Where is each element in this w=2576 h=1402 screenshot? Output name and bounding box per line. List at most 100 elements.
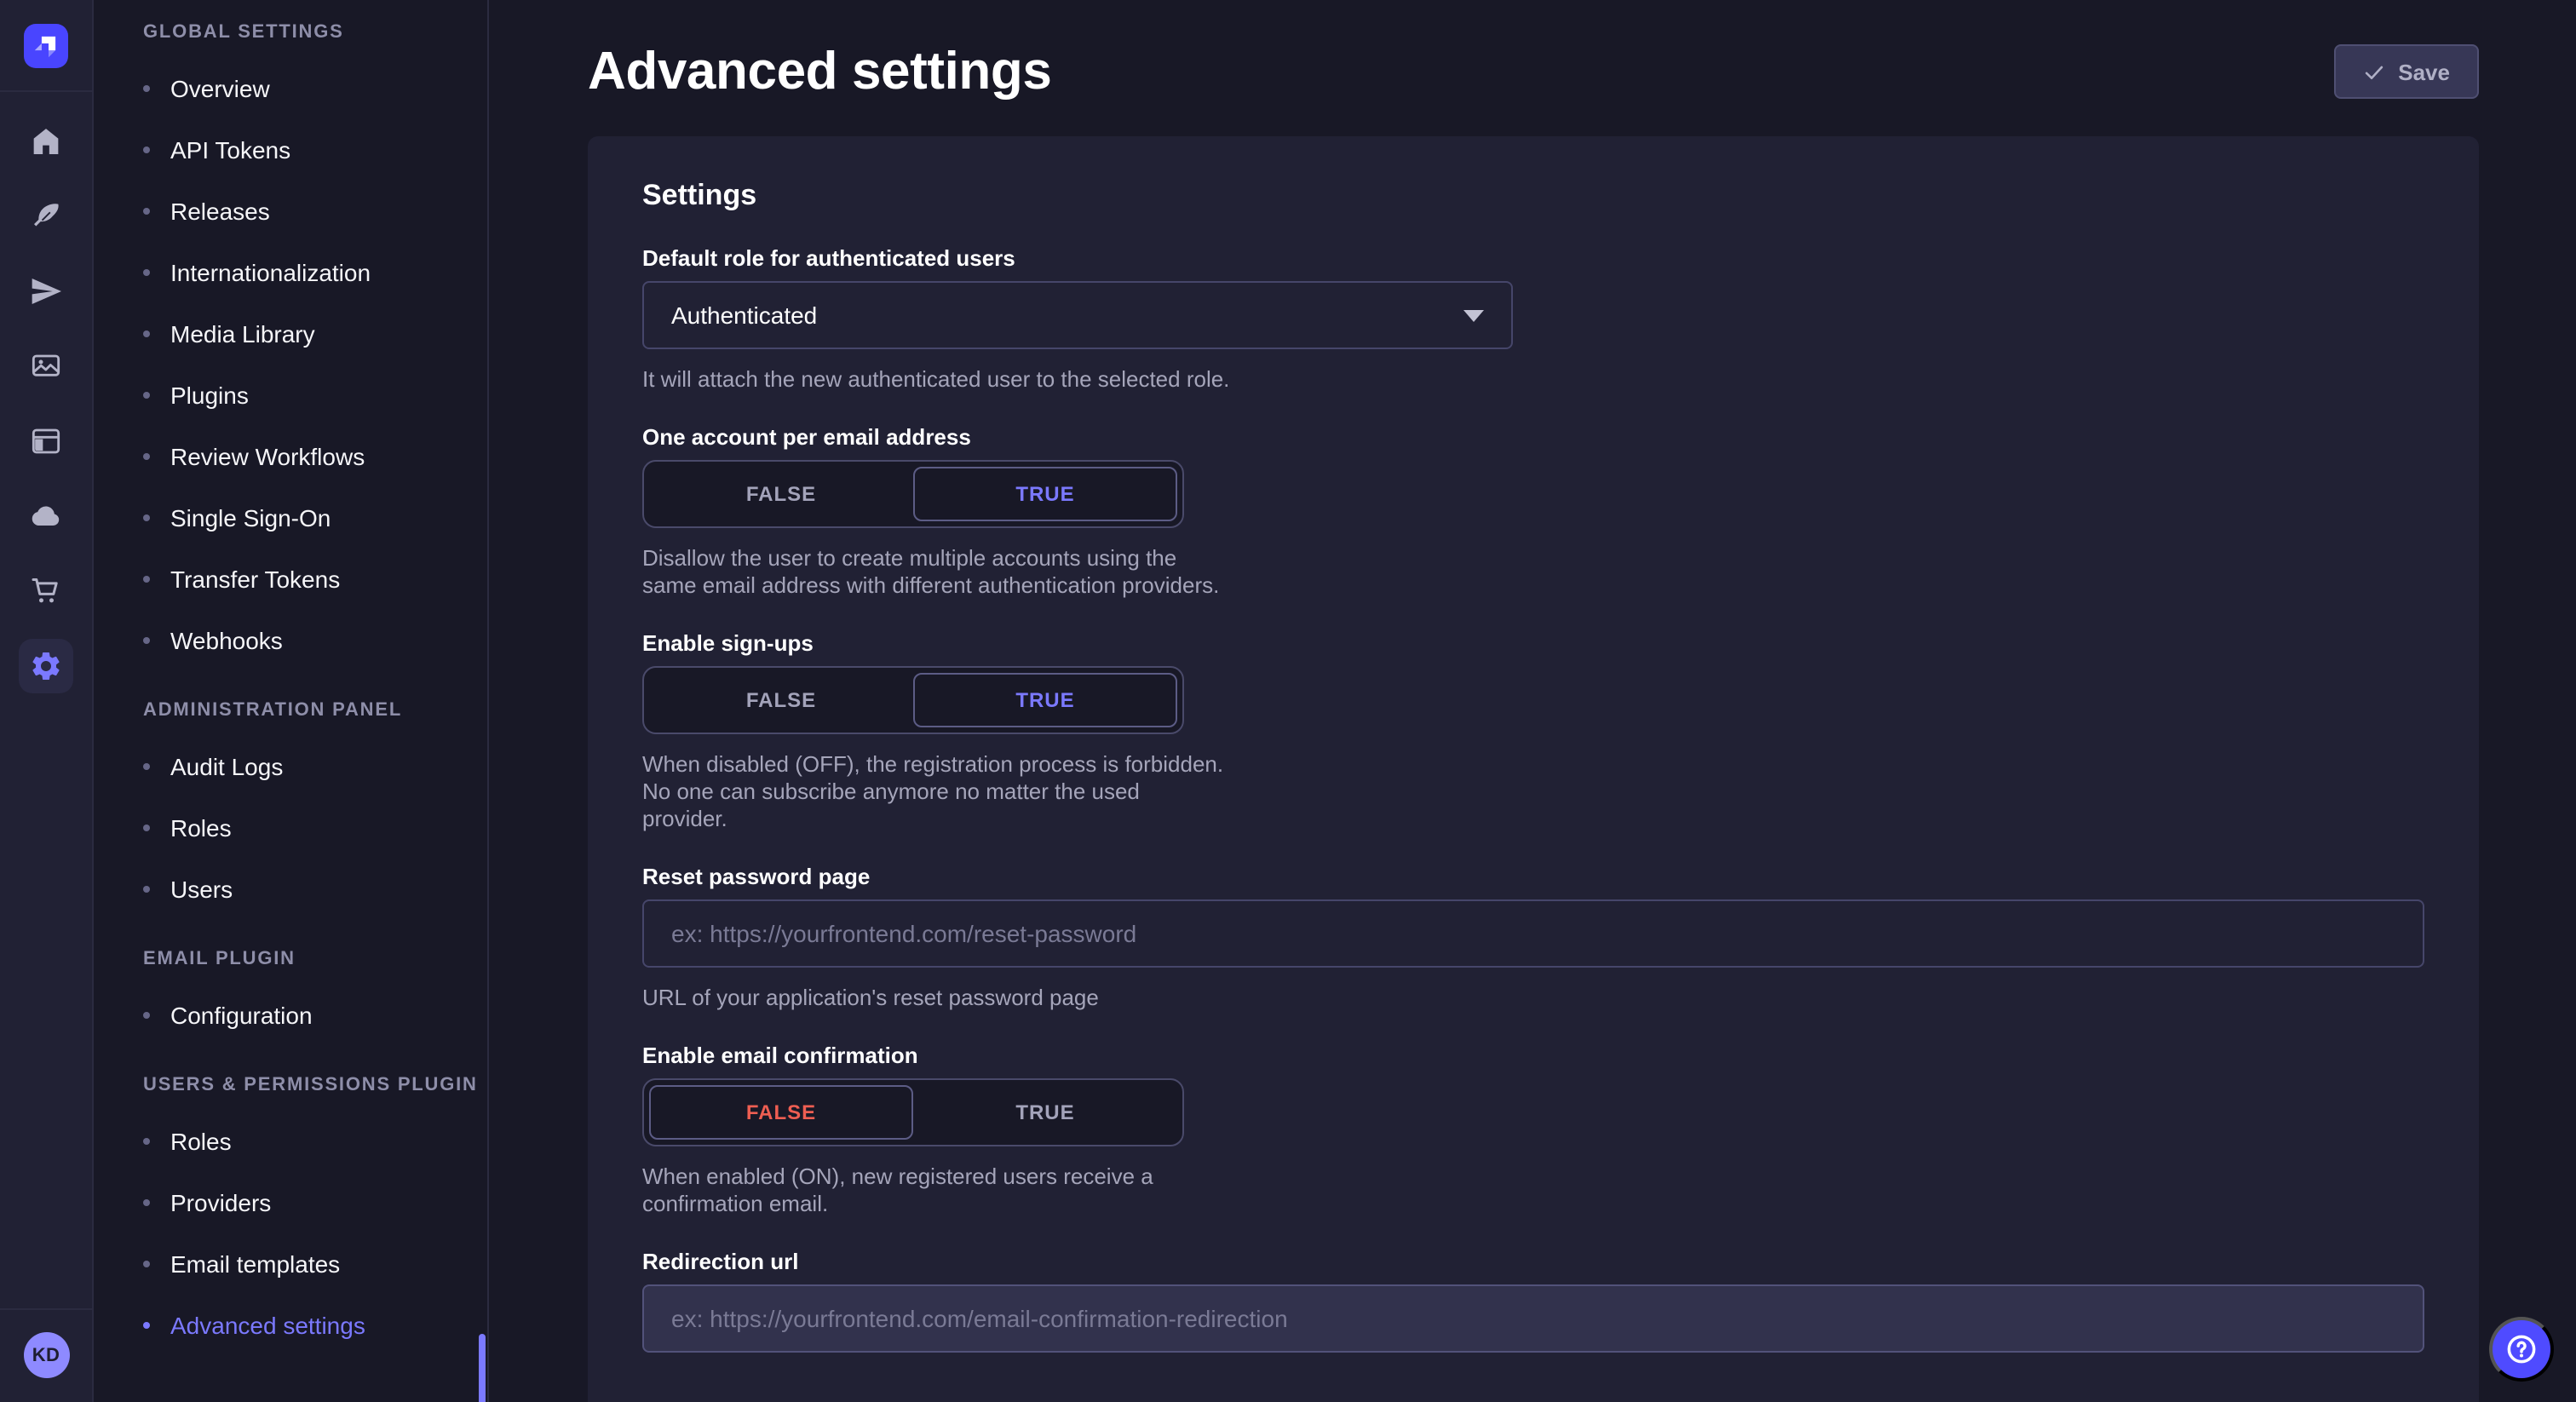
field-hint: Disallow the user to create multiple acc… (642, 545, 1230, 600)
rail-item-marketplace[interactable] (19, 564, 73, 618)
subnav-item-plugins[interactable]: Plugins (95, 365, 487, 426)
subnav-item-configuration[interactable]: Configuration (95, 985, 487, 1046)
subnav-section-label: GLOBAL SETTINGS (95, 20, 487, 58)
subnav-scrollbar-thumb[interactable] (479, 1334, 486, 1402)
settings-panel: Settings Default role for authenticated … (588, 136, 2479, 1402)
toggle-option-false[interactable]: FALSE (649, 467, 913, 521)
save-button[interactable]: Save (2333, 44, 2479, 99)
subnav-section-users-permissions-plugin: USERS & PERMISSIONS PLUGIN Roles Providers… (95, 1046, 487, 1356)
subnav-item-label: Plugins (170, 382, 249, 409)
subnav-item-label: Single Sign-On (170, 504, 331, 531)
bullet-icon (143, 85, 150, 92)
subnav-item-media-library[interactable]: Media Library (95, 303, 487, 365)
field-enable-email-confirmation: Enable email confirmationFALSETRUEWhen e… (642, 1043, 2424, 1218)
strapi-logo[interactable] (24, 24, 68, 68)
avatar[interactable]: KD (23, 1332, 69, 1378)
subnav-item-label: Providers (170, 1189, 271, 1216)
field-label: Redirection url (642, 1249, 2424, 1276)
rail-item-content-type-builder[interactable] (19, 189, 73, 244)
toggle-option-true-selected[interactable]: TRUE (913, 673, 1177, 727)
subnav-item-label: Transfer Tokens (170, 566, 340, 593)
media-library-icon (29, 349, 63, 383)
input-redirection-url[interactable] (642, 1284, 2424, 1353)
rail-item-cloud[interactable] (19, 489, 73, 543)
field-label: Enable sign-ups (642, 630, 2424, 658)
content-type-builder-icon (29, 199, 63, 233)
bullet-icon (143, 208, 150, 215)
toggle-option-false-selected[interactable]: FALSE (649, 1085, 913, 1140)
field-hint: URL of your application's reset password… (642, 985, 2424, 1012)
bullet-icon (143, 514, 150, 521)
subnav-item-api-tokens[interactable]: API Tokens (95, 119, 487, 181)
field-hint: When disabled (OFF), the registration pr… (642, 751, 1230, 833)
subnav-section-administration-panel: ADMINISTRATION PANELAudit LogsRolesUsers (95, 671, 487, 920)
page-title: Advanced settings (588, 41, 1051, 102)
subnav-item-audit-logs[interactable]: Audit Logs (95, 736, 487, 797)
bullet-icon (143, 1012, 150, 1019)
subnav-item-label: Internationalization (170, 259, 371, 286)
subnav-section-label: USERS & PERMISSIONS PLUGIN (95, 1046, 487, 1111)
bullet-icon (143, 825, 150, 831)
check-icon (2362, 60, 2384, 83)
help-button[interactable] (2489, 1317, 2554, 1382)
subnav-item-label: Roles (170, 814, 232, 842)
subnav-item-releases[interactable]: Releases (95, 181, 487, 242)
subnav-item-label: Media Library (170, 320, 315, 348)
subnav-item-users[interactable]: Users (95, 859, 487, 920)
bullet-icon (143, 392, 150, 399)
field-label: One account per email address (642, 424, 2424, 451)
rail-item-media-library[interactable] (19, 339, 73, 394)
subnav-item-single-sign-on[interactable]: Single Sign-On (95, 487, 487, 549)
rail-item-deploy[interactable] (19, 264, 73, 319)
subnav-item-internationalization[interactable]: Internationalization (95, 242, 487, 303)
subnav-item-label: Roles (170, 1128, 232, 1155)
subnav-item-advanced-settings[interactable]: Advanced settings (95, 1295, 487, 1356)
subnav-item-webhooks[interactable]: Webhooks (95, 610, 487, 671)
subnav-item-label: Configuration (170, 1002, 313, 1029)
bullet-icon (143, 1138, 150, 1145)
rail-item-content-manager[interactable] (19, 414, 73, 468)
subnav-item-review-workflows[interactable]: Review Workflows (95, 426, 487, 487)
settings-icon (29, 649, 63, 683)
field-label: Reset password page (642, 864, 2424, 891)
subnav-item-label: Webhooks (170, 627, 283, 654)
field-hint: It will attach the new authenticated use… (642, 366, 2424, 394)
subnav-item-roles[interactable]: Roles (95, 797, 487, 859)
marketplace-icon (29, 574, 63, 608)
save-button-label: Save (2398, 59, 2450, 84)
subnav-item-roles[interactable]: Roles (95, 1111, 487, 1172)
subnav-item-providers[interactable]: Providers (95, 1172, 487, 1233)
input-reset-password-page[interactable] (642, 899, 2424, 968)
field-reset-password-page: Reset password page URL of your applicati… (642, 864, 2424, 1012)
select-default-role-for-authenticated-users[interactable]: Authenticated (642, 281, 1513, 349)
field-label: Default role for authenticated users (642, 245, 2424, 273)
toggle-option-true[interactable]: TRUE (913, 1085, 1177, 1140)
subnav-item-overview[interactable]: Overview (95, 58, 487, 119)
toggle-option-false[interactable]: FALSE (649, 673, 913, 727)
field-enable-sign-ups: Enable sign-ups FALSETRUE When disabled (O… (642, 630, 2424, 833)
deploy-icon (29, 274, 63, 308)
panel-title: Settings (642, 177, 2424, 215)
rail-item-settings[interactable] (19, 639, 73, 693)
subnav-item-label: Email templates (170, 1250, 340, 1278)
cloud-icon (29, 499, 63, 533)
subnav-item-label: Overview (170, 75, 270, 102)
app-window: KD GLOBAL SETTINGS Overview API Tokens Rele… (0, 0, 2576, 1402)
bullet-icon (143, 1199, 150, 1206)
bullet-icon (143, 1261, 150, 1267)
subnav-section-global-settings: GLOBAL SETTINGS Overview API Tokens Release… (95, 20, 487, 671)
field-default-role-for-authenticated-users: Default role for authenticated users Auth… (642, 245, 2424, 394)
subnav-item-transfer-tokens[interactable]: Transfer Tokens (95, 549, 487, 610)
subnav-item-email-templates[interactable]: Email templates (95, 1233, 487, 1295)
rail-item-home[interactable] (19, 114, 73, 169)
subnav-section-label: EMAIL PLUGIN (95, 920, 487, 985)
toggle-option-true-selected[interactable]: TRUE (913, 467, 1177, 521)
subnav-item-label: Releases (170, 198, 270, 225)
rail-divider (0, 1308, 93, 1310)
subnav-item-label: Advanced settings (170, 1312, 365, 1339)
main-nav-rail: KD (0, 0, 94, 1402)
rail-icon-stack (19, 92, 73, 714)
bullet-icon (143, 763, 150, 770)
bullet-icon (143, 269, 150, 276)
bullet-icon (143, 147, 150, 153)
